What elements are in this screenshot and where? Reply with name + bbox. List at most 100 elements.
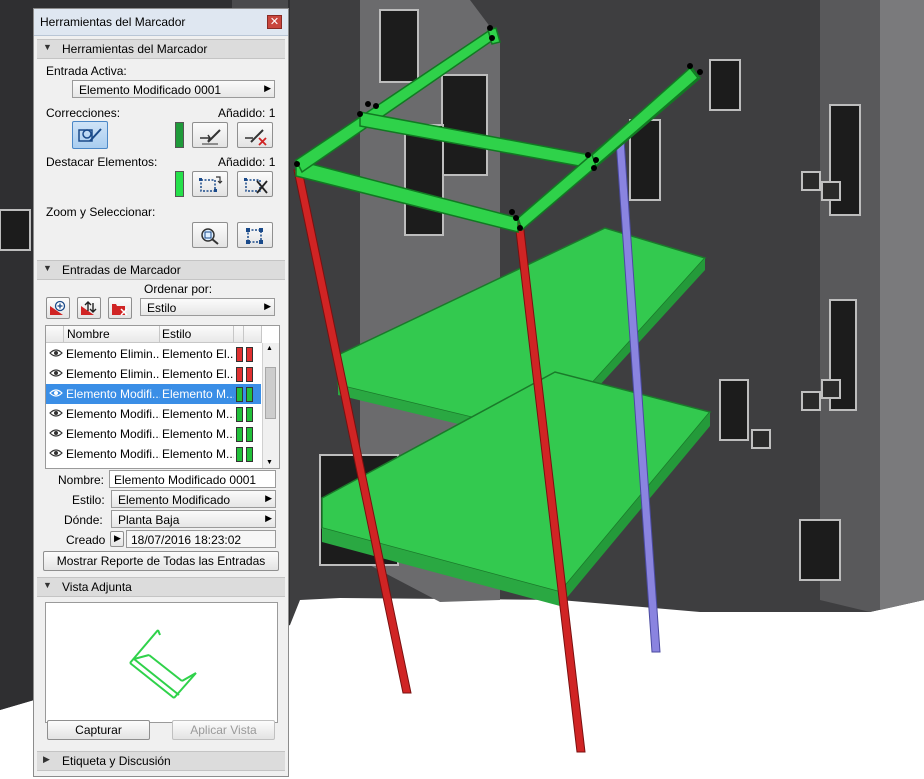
section-title: Herramientas del Marcador (62, 42, 208, 56)
entry-style: Elemento M... (162, 447, 234, 461)
close-button[interactable]: ✕ (267, 15, 282, 29)
highlight-color-swatch[interactable] (175, 171, 184, 197)
corrections-label: Correcciones: (46, 106, 121, 120)
section-label-discussion-header[interactable]: ▶ Etiqueta y Discusión (37, 751, 285, 771)
active-entry-label: Entrada Activa: (46, 64, 127, 78)
collapse-triangle-icon: ▼ (43, 263, 52, 273)
capture-button[interactable]: Capturar (47, 720, 150, 740)
apply-view-button[interactable]: Aplicar Vista (172, 720, 275, 740)
remove-highlight-button[interactable] (237, 171, 273, 197)
scroll-up-icon[interactable]: ▲ (266, 345, 273, 352)
section-marker-tools-header[interactable]: ▼ Herramientas del Marcador (37, 39, 285, 59)
expand-arrow-icon: ▶ (114, 533, 121, 543)
delete-entry-icon (112, 304, 128, 316)
list-item[interactable]: Elemento Elimin... Elemento El... (46, 344, 261, 364)
column-header-style[interactable]: Estilo (160, 326, 234, 343)
new-entry-button[interactable] (46, 297, 70, 319)
entry-where-dropdown[interactable]: Planta Baja ▶ (111, 510, 276, 528)
list-item[interactable]: Elemento Modifi... Elemento M... (46, 384, 261, 404)
dropdown-arrow-icon: ▶ (264, 301, 271, 311)
eye-icon[interactable] (49, 408, 63, 418)
preview-thumbnail (129, 629, 197, 699)
dropdown-arrow-icon: ▶ (265, 493, 272, 503)
zoom-to-element-button[interactable] (192, 222, 228, 248)
created-expand-button[interactable]: ▶ (110, 531, 124, 547)
entry-color-swatch (246, 427, 253, 442)
collapse-triangle-icon: ▼ (43, 42, 52, 52)
add-correction-button[interactable] (192, 122, 228, 148)
scroll-down-icon[interactable]: ▼ (266, 459, 273, 466)
entries-list[interactable]: Nombre Estilo Elemento Elimin... Elemento… (45, 325, 280, 469)
entry-color-swatch (246, 447, 253, 462)
corrections-color-swatch[interactable] (175, 122, 184, 148)
update-entry-button[interactable] (77, 297, 101, 319)
entry-color-swatch (246, 407, 253, 422)
entry-style: Elemento El... (162, 347, 234, 361)
show-report-button[interactable]: Mostrar Reporte de Todas las Entradas (43, 551, 279, 571)
column-style-label: Estilo (162, 327, 192, 341)
new-entry-icon (50, 300, 66, 315)
sort-by-label: Ordenar por: (144, 282, 213, 296)
column-header-name[interactable]: Nombre (64, 326, 160, 343)
entry-color-swatch (246, 387, 253, 402)
entry-name-value: Elemento Modificado 0001 (114, 473, 257, 487)
update-entry-icon (81, 301, 97, 315)
corrections-pen-icon (78, 128, 102, 142)
list-item[interactable]: Elemento Modifi... Elemento M... (46, 424, 261, 444)
section-title: Entradas de Marcador (62, 263, 181, 277)
entry-style: Elemento M... (162, 427, 234, 441)
column-header-visibility[interactable] (46, 326, 64, 343)
eye-icon[interactable] (49, 448, 63, 458)
list-item[interactable]: Elemento Modifi... Elemento M... (46, 404, 261, 424)
add-highlight-button[interactable] (192, 171, 228, 197)
entry-color-swatch (236, 367, 243, 382)
entry-created-field: 18/07/2016 18:23:02 (126, 530, 276, 548)
entry-created-value: 18/07/2016 18:23:02 (131, 533, 242, 547)
column-header-color2[interactable] (244, 326, 262, 343)
expand-triangle-icon: ▶ (43, 754, 50, 764)
entry-color-swatch (236, 427, 243, 442)
remove-correction-button[interactable] (237, 122, 273, 148)
entry-style: Elemento El... (162, 367, 234, 381)
entry-name-label: Nombre: (58, 473, 105, 487)
active-entry-dropdown[interactable]: Elemento Modificado 0001 ▶ (72, 80, 275, 98)
list-item[interactable]: Elemento Modifi... Elemento M... (46, 444, 261, 464)
dropdown-arrow-icon: ▶ (264, 83, 271, 93)
palette-titlebar[interactable]: Herramientas del Marcador ✕ (34, 9, 288, 36)
sort-by-value: Estilo (147, 301, 177, 315)
column-header-color1[interactable] (234, 326, 244, 343)
scroll-thumb[interactable] (265, 367, 276, 419)
entry-name: Elemento Modifi... (66, 407, 160, 421)
add-highlight-icon (199, 176, 223, 192)
eye-icon[interactable] (49, 428, 63, 438)
eye-icon[interactable] (49, 348, 63, 358)
corrections-toggle-button[interactable] (72, 121, 108, 149)
entry-style-dropdown[interactable]: Elemento Modificado ▶ (111, 490, 276, 508)
sort-by-dropdown[interactable]: Estilo ▶ (140, 298, 275, 316)
section-marker-entries-header[interactable]: ▼ Entradas de Marcador (37, 260, 285, 280)
highlight-elements-label: Destacar Elementos: (46, 155, 158, 169)
delete-entry-button[interactable] (108, 297, 132, 319)
collapse-triangle-icon: ▼ (43, 580, 52, 590)
eye-icon[interactable] (49, 388, 63, 398)
entry-color-swatch (236, 447, 243, 462)
entry-color-swatch (246, 347, 253, 362)
list-scrollbar[interactable]: ▲ ▼ (262, 343, 279, 468)
magnifier-icon (201, 228, 219, 245)
section-title: Vista Adjunta (62, 580, 132, 594)
list-item[interactable]: Elemento Elimin... Elemento El... (46, 364, 261, 384)
active-entry-value: Elemento Modificado 0001 (79, 83, 222, 97)
remove-correction-icon (245, 129, 267, 146)
section-attached-view-header[interactable]: ▼ Vista Adjunta (37, 577, 285, 597)
entry-name: Elemento Elimin... (66, 367, 160, 381)
eye-icon[interactable] (49, 368, 63, 378)
entry-created-label: Creado (66, 533, 106, 547)
entry-name: Elemento Modifi... (66, 427, 160, 441)
entry-style: Elemento M... (162, 387, 234, 401)
remove-highlight-icon (244, 178, 268, 194)
section-title: Etiqueta y Discusión (62, 754, 171, 768)
entry-color-swatch (246, 367, 253, 382)
select-elements-button[interactable] (237, 222, 273, 248)
entry-name-field[interactable]: Elemento Modificado 0001 (109, 470, 276, 488)
entry-color-swatch (236, 387, 243, 402)
